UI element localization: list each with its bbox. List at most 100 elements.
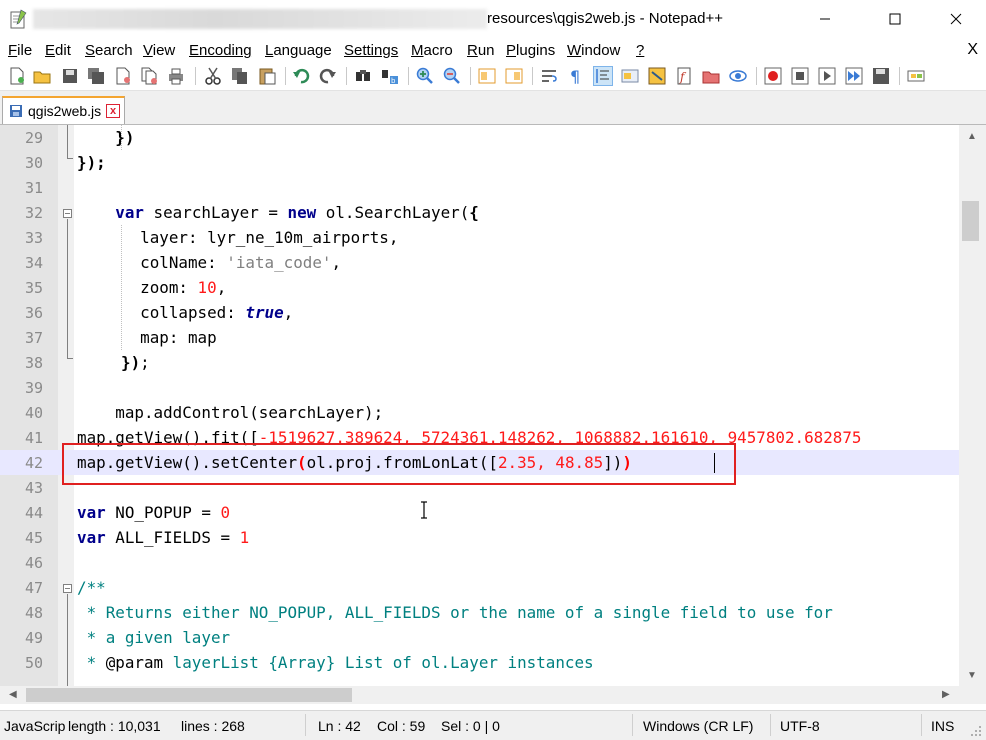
playback-macro-icon[interactable]	[818, 67, 836, 85]
scroll-left-icon[interactable]: ◀	[9, 689, 17, 700]
menu-settings[interactable]: Settings	[344, 42, 398, 59]
text-cursor-icon	[421, 501, 427, 519]
folder-as-workspace-icon[interactable]	[702, 67, 720, 85]
code-line: 38 });	[24, 353, 150, 372]
menu-view[interactable]: View	[143, 42, 175, 59]
maximize-icon	[889, 13, 901, 25]
indent-guide-icon[interactable]	[593, 66, 613, 86]
minimize-button[interactable]	[802, 0, 848, 38]
tab-close-button[interactable]: x	[106, 104, 120, 118]
function-list-icon[interactable]: f	[675, 67, 693, 85]
document-map-icon[interactable]	[648, 67, 666, 85]
code-line: 45 var ALL_FIELDS = 1	[24, 528, 250, 547]
code-line-partial	[0, 675, 959, 686]
status-column: Col : 59	[377, 718, 426, 734]
maximize-button[interactable]	[872, 0, 918, 38]
vertical-scroll-thumb[interactable]	[962, 201, 979, 241]
horizontal-scroll-thumb[interactable]	[26, 688, 352, 702]
blurred-file-path	[33, 9, 487, 29]
status-insert-mode[interactable]: INS	[931, 718, 954, 734]
code-line: 46	[24, 554, 43, 572]
annotation-highlight-box	[62, 443, 736, 485]
notepad-plus-plus-icon	[10, 9, 27, 29]
run-macro-multiple-icon[interactable]	[845, 67, 863, 85]
menu-encoding[interactable]: Encoding	[189, 42, 252, 59]
cut-icon[interactable]	[204, 67, 222, 85]
menu-language[interactable]: Language	[265, 42, 332, 59]
status-eol[interactable]: Windows (CR LF)	[643, 718, 753, 734]
close-icon	[950, 13, 962, 25]
code-line: 40 map.addControl(searchLayer);	[24, 403, 384, 422]
code-line: 36 collapsed: true,	[24, 303, 294, 322]
scroll-up-icon[interactable]: ▲	[967, 131, 977, 142]
undo-icon[interactable]	[292, 67, 310, 85]
code-line: 30 });	[24, 153, 106, 172]
tab-qgis2web-js[interactable]: qgis2web.js x	[2, 96, 125, 124]
new-file-icon[interactable]	[8, 67, 26, 85]
code-line: 48 * Returns either NO_POPUP, ALL_FIELDS…	[24, 603, 833, 622]
monitoring-icon[interactable]	[729, 67, 747, 85]
code-line: 29 })	[24, 128, 135, 147]
menu-edit[interactable]: Edit	[45, 42, 71, 59]
svg-text:¶: ¶	[570, 67, 580, 85]
saved-file-icon	[10, 105, 22, 117]
code-line: 49 * a given layer	[24, 628, 231, 647]
resize-grip-icon[interactable]	[970, 725, 982, 737]
code-line: 50 * @param layerList {Array} List of ol…	[24, 653, 594, 672]
menu-file[interactable]: File	[8, 42, 32, 59]
window-title: resources\qgis2web.js - Notepad++	[487, 10, 723, 27]
menu-help[interactable]: ?	[636, 42, 644, 59]
save-icon[interactable]	[61, 67, 79, 85]
code-line: 32 var searchLayer = new ol.SearchLayer(…	[24, 203, 479, 222]
status-encoding[interactable]: UTF-8	[780, 718, 820, 734]
menu-plugins[interactable]: Plugins	[506, 42, 555, 59]
vertical-scrollbar[interactable]: ▲ ▼	[959, 125, 986, 686]
zoom-in-icon[interactable]	[416, 67, 434, 85]
zoom-out-icon[interactable]	[443, 67, 461, 85]
replace-icon[interactable]: b	[381, 67, 399, 85]
print-icon[interactable]	[167, 67, 185, 85]
user-defined-language-icon[interactable]	[621, 67, 639, 85]
scroll-right-icon[interactable]: ▶	[942, 689, 950, 700]
menu-bar: File Edit Search View Encoding Language …	[0, 38, 986, 62]
menu-macro[interactable]: Macro	[411, 42, 453, 59]
menu-search[interactable]: Search	[85, 42, 133, 59]
status-line: Ln : 42	[318, 718, 361, 734]
toolbar: b ¶ f	[0, 62, 986, 91]
menu-window[interactable]: Window	[567, 42, 620, 59]
code-editor[interactable]: 29 }) 30 }); 31 32 var searchLayer = new…	[0, 125, 959, 686]
close-file-icon[interactable]	[114, 67, 132, 85]
open-file-icon[interactable]	[33, 67, 51, 85]
code-line: 34 colName: 'iata_code',	[24, 253, 342, 272]
save-macro-icon[interactable]	[872, 67, 890, 85]
record-macro-icon[interactable]	[764, 67, 782, 85]
tab-label: qgis2web.js	[28, 103, 102, 119]
status-length: length : 10,031	[68, 718, 161, 734]
close-all-icon[interactable]	[140, 67, 158, 85]
redo-icon[interactable]	[319, 67, 337, 85]
minimize-icon	[820, 18, 830, 20]
status-lines: lines : 268	[181, 718, 245, 734]
scroll-down-icon[interactable]: ▼	[967, 670, 977, 681]
svg-text:b: b	[391, 77, 396, 85]
paste-icon[interactable]	[258, 67, 276, 85]
sync-horizontal-icon[interactable]	[505, 67, 523, 85]
scrollbar-corner	[959, 686, 986, 704]
plugin-icon[interactable]	[907, 67, 925, 85]
find-icon[interactable]	[354, 67, 372, 85]
sync-vertical-icon[interactable]	[478, 67, 496, 85]
stop-recording-icon[interactable]	[791, 67, 809, 85]
code-line: 47 /**	[24, 578, 106, 597]
save-all-icon[interactable]	[87, 67, 105, 85]
copy-icon[interactable]	[231, 67, 249, 85]
word-wrap-icon[interactable]	[540, 67, 558, 85]
close-window-button[interactable]	[933, 0, 979, 38]
status-bar: JavaScrip length : 10,031 lines : 268 Ln…	[0, 710, 986, 740]
code-line: 31	[24, 179, 43, 197]
show-all-characters-icon[interactable]: ¶	[567, 67, 585, 85]
horizontal-scrollbar[interactable]: ◀ ▶	[0, 686, 959, 704]
close-document-button[interactable]: X	[967, 41, 978, 59]
code-line: 33 layer: lyr_ne_10m_airports,	[24, 228, 399, 247]
menu-run[interactable]: Run	[467, 42, 495, 59]
status-language: JavaScrip	[4, 718, 66, 734]
